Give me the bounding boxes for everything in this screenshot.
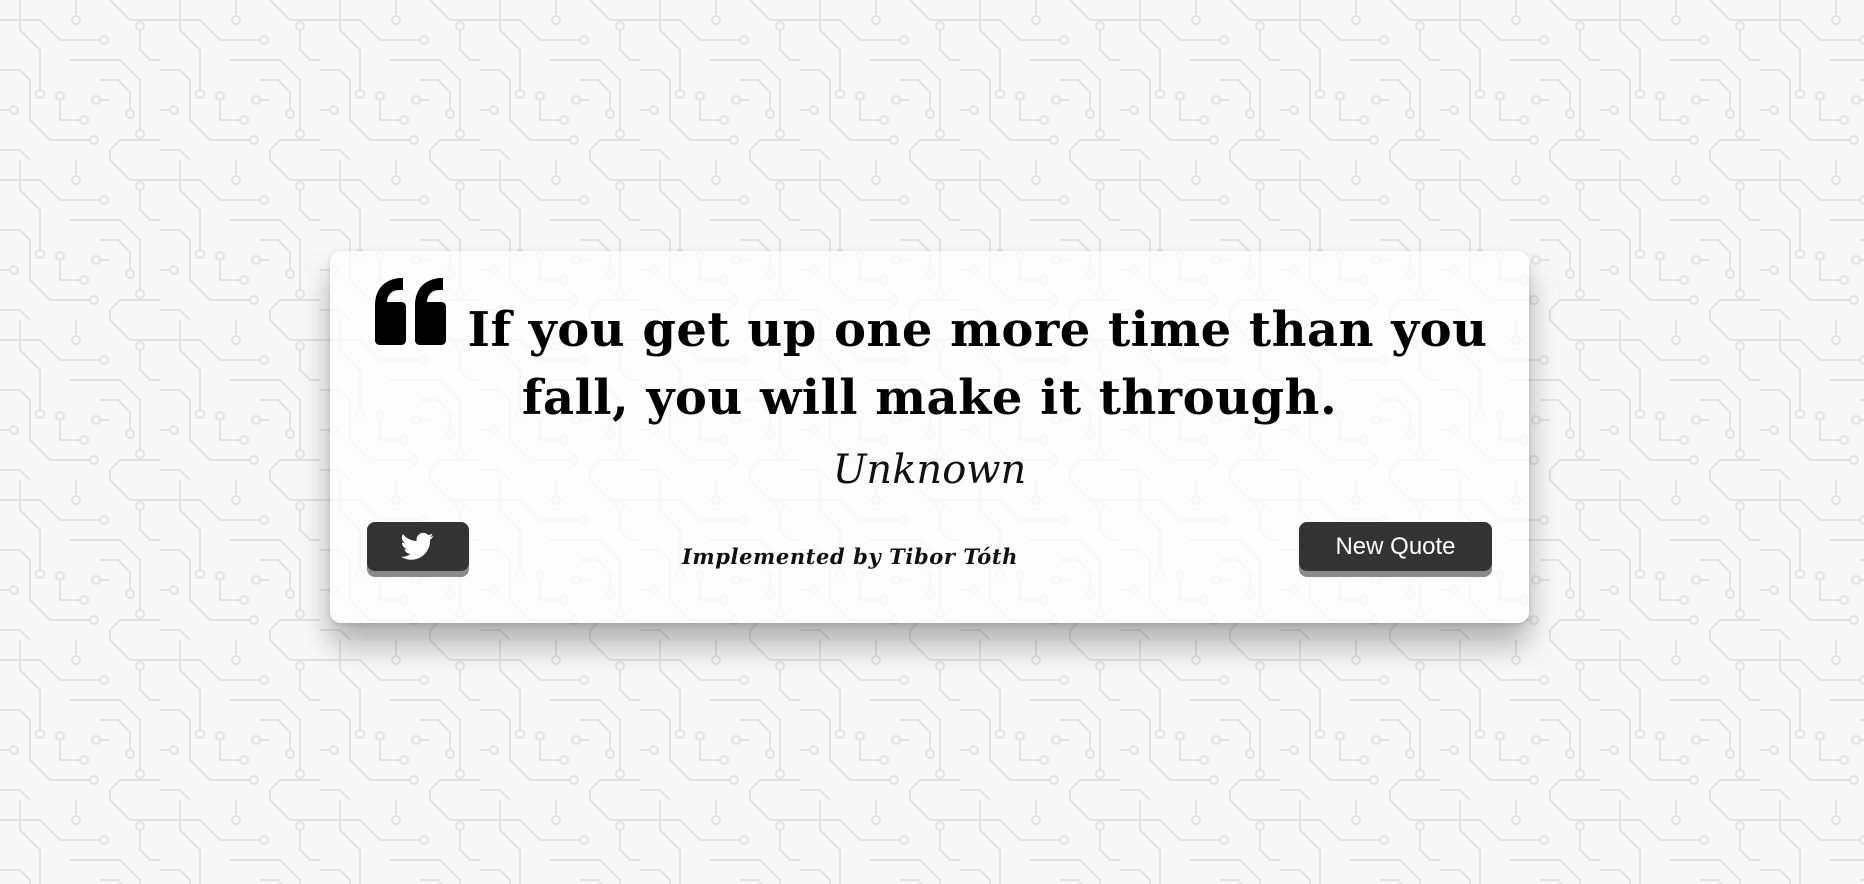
new-quote-button[interactable]: New Quote: [1299, 522, 1492, 571]
quote-left-icon: [375, 278, 447, 345]
credit-text: Implemented by Tibor Tóth: [681, 544, 1019, 569]
quote-author: Unknown: [832, 447, 1027, 493]
quote-block: If you get up one more time than you fal…: [370, 276, 1489, 432]
quote-text: If you get up one more time than you fal…: [467, 302, 1488, 426]
quote-card: If you get up one more time than you fal…: [330, 251, 1529, 623]
